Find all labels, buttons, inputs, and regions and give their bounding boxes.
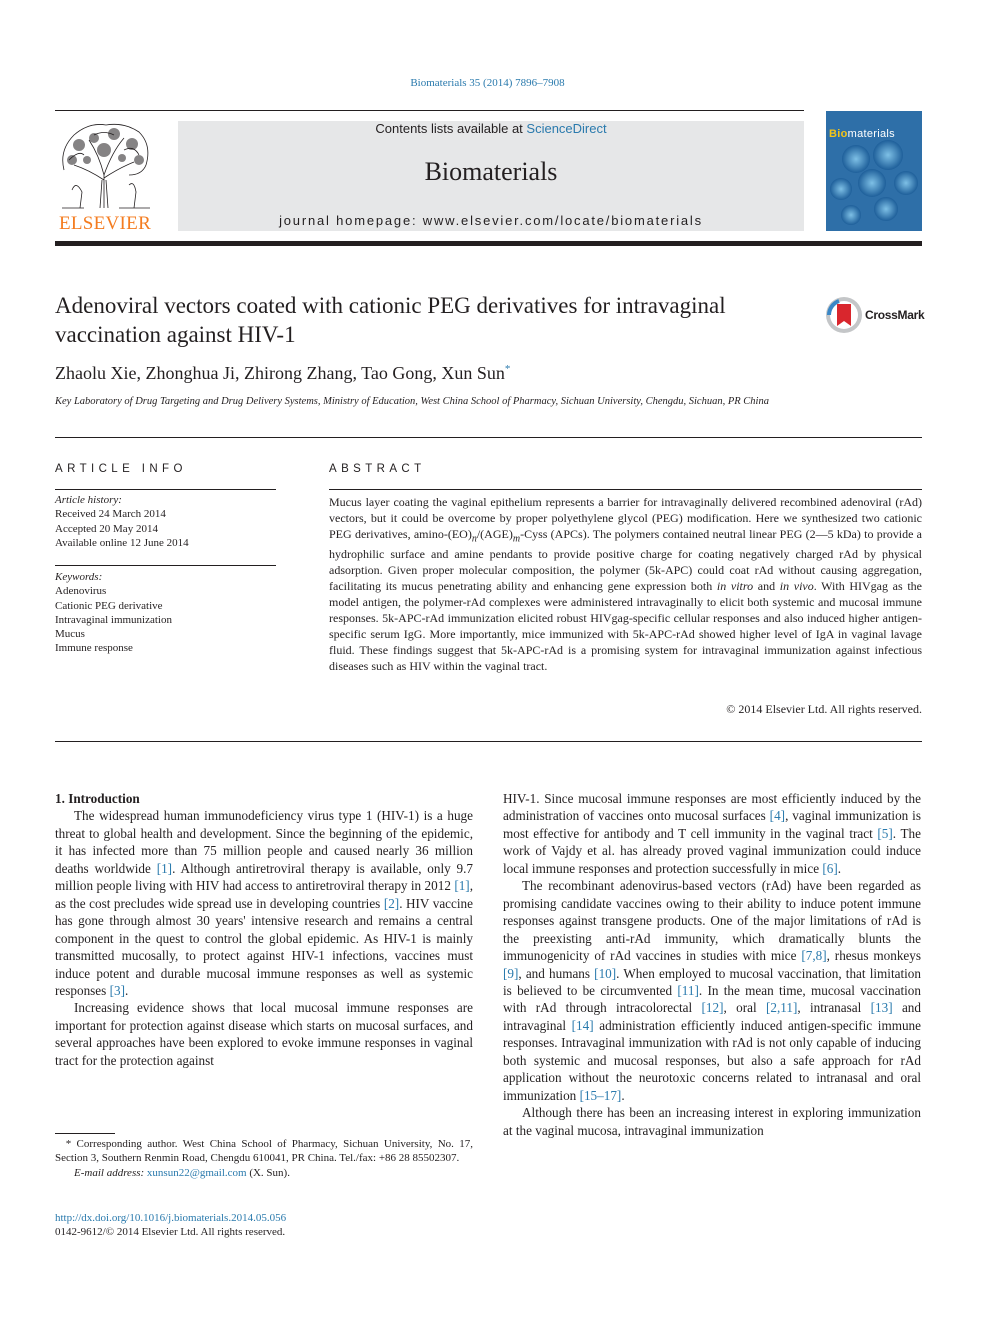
author-list: Zhaolu Xie, Zhonghua Ji, Zhirong Zhang, … — [55, 363, 510, 384]
keywords-label: Keywords: — [55, 571, 103, 583]
citation-link[interactable]: [1] — [157, 861, 172, 876]
contents-line: Contents lists available at ScienceDirec… — [178, 121, 804, 136]
body-right-column: HIV-1. Since mucosal immune responses ar… — [503, 790, 921, 1139]
crossmark-label: CrossMark — [865, 308, 925, 322]
journal-title: Biomaterials — [424, 157, 558, 186]
footnote-rule — [55, 1133, 115, 1134]
history-label: Article history: — [55, 494, 122, 506]
citation-link[interactable]: [2] — [384, 896, 399, 911]
keyword-item: Immune response — [55, 642, 133, 655]
doi-block: http://dx.doi.org/10.1016/j.biomaterials… — [55, 1211, 286, 1240]
issn-line: 0142-9612/© 2014 Elsevier Ltd. All right… — [55, 1226, 286, 1239]
journal-citation[interactable]: Biomaterials 35 (2014) 7896–7908 — [0, 77, 975, 89]
history-accepted: Accepted 20 May 2014 — [55, 522, 158, 535]
article-info-heading: ARTICLE INFO — [55, 463, 187, 475]
journal-homepage[interactable]: journal homepage: www.elsevier.com/locat… — [178, 213, 804, 228]
citation-link[interactable]: [14] — [572, 1018, 594, 1033]
front-matter-rule — [55, 437, 922, 438]
keyword-item: Mucus — [55, 628, 85, 641]
abstract-text: Mucus layer coating the vaginal epitheli… — [329, 495, 923, 673]
abstract-bottom-rule — [55, 741, 922, 742]
keyword-item: Cationic PEG derivative — [55, 599, 163, 612]
citation-link[interactable]: [13] — [871, 1000, 893, 1015]
keywords-rule — [55, 565, 276, 566]
paragraph: The widespread human immunodeficiency vi… — [55, 808, 474, 998]
header-rule — [55, 110, 804, 111]
article-info-rule — [55, 489, 276, 490]
crossmark-button[interactable]: CrossMark — [825, 296, 925, 336]
journal-cover-thumbnail[interactable]: Biomaterials — [826, 111, 922, 231]
corresponding-author-mark[interactable]: * — [505, 363, 511, 375]
affiliation: Key Laboratory of Drug Targeting and Dru… — [55, 396, 769, 407]
paragraph: The recombinant adenovirus-based vectors… — [503, 878, 921, 1103]
email-note: E-mail address: xunsun22@gmail.com (X. S… — [74, 1166, 290, 1179]
paragraph: HIV-1. Since mucosal immune responses ar… — [503, 791, 922, 876]
corresponding-author-note: * Corresponding author. West China Schoo… — [55, 1138, 473, 1165]
citation-link[interactable]: [7,8] — [801, 948, 826, 963]
article-title: Adenoviral vectors coated with cationic … — [55, 293, 726, 347]
paragraph: Increasing evidence shows that local muc… — [55, 1000, 473, 1068]
citation-link[interactable]: [3] — [110, 983, 125, 998]
citation-link[interactable]: [15–17] — [580, 1088, 622, 1103]
body-left-column: 1. Introduction The widespread human imm… — [55, 790, 473, 1069]
abstract-heading: ABSTRACT — [329, 463, 426, 475]
keyword-item: Adenovirus — [55, 585, 107, 598]
paragraph: Although there has been an increasing in… — [503, 1105, 921, 1138]
article-history: Article history: Received 24 March 2014 … — [55, 493, 276, 550]
journal-masthead: Contents lists available at ScienceDirec… — [178, 121, 804, 231]
doi-link[interactable]: http://dx.doi.org/10.1016/j.biomaterials… — [55, 1212, 286, 1224]
masthead-thick-rule — [55, 241, 922, 246]
crossmark-icon — [826, 297, 862, 333]
citation-link[interactable]: [11] — [677, 983, 698, 998]
elsevier-wordmark: ELSEVIER — [58, 213, 152, 234]
elsevier-tree-icon — [62, 123, 150, 209]
citation-link[interactable]: [5] — [877, 826, 892, 841]
contents-prefix: Contents lists available at — [375, 121, 527, 136]
elsevier-logo: ELSEVIER — [54, 120, 156, 235]
citation-link[interactable]: [12] — [702, 1000, 724, 1015]
cover-title: Biomaterials — [829, 128, 895, 140]
email-link[interactable]: xunsun22@gmail.com — [147, 1167, 247, 1179]
history-received: Received 24 March 2014 — [55, 508, 166, 521]
citation-link[interactable]: [4] — [770, 808, 785, 823]
citation-link[interactable]: [10] — [594, 966, 616, 981]
history-online: Available online 12 June 2014 — [55, 536, 189, 549]
citation-link[interactable]: [1] — [454, 878, 469, 893]
abstract-rule — [329, 489, 922, 490]
authors-names: Zhaolu Xie, Zhonghua Ji, Zhirong Zhang, … — [55, 363, 505, 383]
section-heading-introduction: 1. Introduction — [55, 791, 140, 806]
citation-link[interactable]: [9] — [503, 966, 518, 981]
sciencedirect-link[interactable]: ScienceDirect — [526, 121, 606, 136]
keywords: Keywords: Adenovirus Cationic PEG deriva… — [55, 570, 276, 656]
abstract-copyright: © 2014 Elsevier Ltd. All rights reserved… — [726, 702, 922, 716]
footnote: * Corresponding author. West China Schoo… — [55, 1137, 473, 1180]
citation-link[interactable]: [2,11] — [766, 1000, 797, 1015]
keyword-item: Intravaginal immunization — [55, 613, 172, 626]
citation-link[interactable]: [6] — [822, 861, 837, 876]
